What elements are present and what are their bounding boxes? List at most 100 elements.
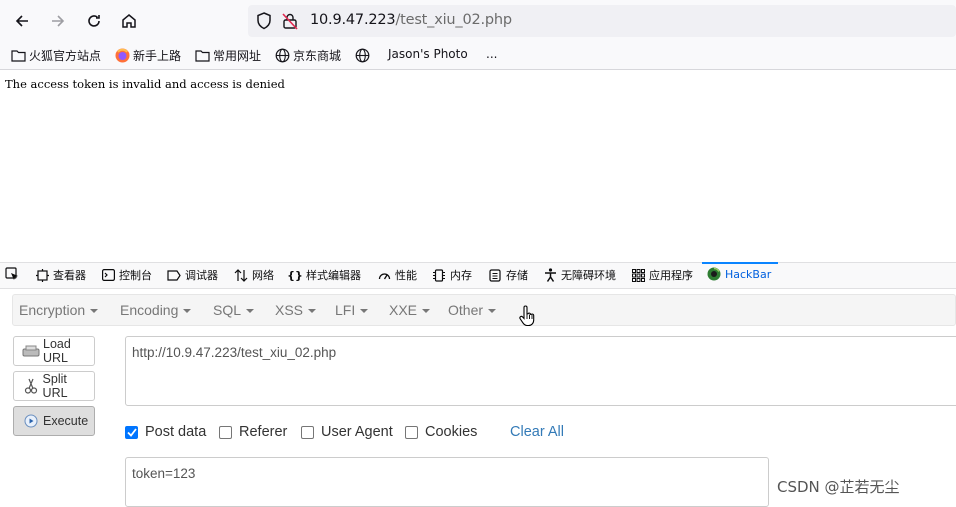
- post-data-textarea[interactable]: token=123: [125, 457, 769, 507]
- insecure-lock-icon[interactable]: [282, 12, 298, 30]
- tab-performance[interactable]: 性能: [377, 267, 417, 283]
- menu-label: SQL: [213, 302, 242, 318]
- menu-label: Other: [448, 302, 484, 318]
- folder-icon: [10, 48, 26, 64]
- firefox-icon: [114, 48, 130, 64]
- shield-icon[interactable]: [256, 12, 272, 30]
- clear-all-link[interactable]: Clear All: [510, 424, 564, 440]
- url-textarea[interactable]: http://10.9.47.223/test_xiu_02.php: [125, 336, 956, 406]
- menu-label: LFI: [335, 302, 356, 318]
- memory-icon: [432, 268, 446, 282]
- page-message: The access token is invalid and access i…: [5, 77, 285, 91]
- caret-down-icon: [246, 309, 255, 314]
- load-url-label: Load URL: [43, 337, 71, 365]
- tab-label: 控制台: [119, 269, 152, 282]
- bookmark-common-sites[interactable]: 常用网址: [194, 47, 261, 64]
- tab-label: 性能: [395, 269, 417, 282]
- inspector-icon: [35, 268, 49, 282]
- caret-down-icon: [308, 309, 317, 314]
- arrow-left-icon: [15, 15, 28, 27]
- watermark: CSDN @芷若无尘: [777, 478, 900, 496]
- scissors-icon: [22, 378, 40, 394]
- tab-label: 样式编辑器: [306, 269, 361, 282]
- console-icon: [101, 268, 115, 282]
- element-picker-button[interactable]: [5, 267, 23, 281]
- menu-encoding[interactable]: Encoding: [120, 302, 192, 318]
- execute-button[interactable]: Execute: [13, 406, 95, 436]
- menu-label: Encoding: [120, 302, 179, 318]
- storage-icon: [488, 268, 502, 282]
- back-button[interactable]: [10, 9, 34, 33]
- referer-checkbox[interactable]: Referer: [219, 424, 287, 440]
- reload-button[interactable]: [82, 9, 106, 33]
- bookmark-jasons-photo[interactable]: Jason's Photo: [388, 47, 468, 61]
- menu-encryption[interactable]: Encryption: [19, 302, 99, 318]
- bookmark-firefox-official[interactable]: 火狐官方站点: [10, 47, 101, 64]
- menu-lfi[interactable]: LFI: [335, 302, 369, 318]
- bookmark-label: ...: [486, 47, 498, 61]
- menu-other[interactable]: Other: [448, 302, 497, 318]
- load-url-button[interactable]: Load URL: [13, 336, 95, 366]
- browser-toolbar: 10.9.47.223/test_xiu_02.php: [0, 0, 956, 42]
- arrow-right-icon: [52, 15, 65, 27]
- network-icon: [234, 268, 248, 282]
- checkbox-unchecked[interactable]: [405, 425, 418, 439]
- option-label: Referer: [239, 424, 288, 440]
- debugger-icon: [167, 268, 181, 282]
- caret-down-icon: [422, 309, 431, 314]
- hand-cursor-icon: [519, 305, 535, 327]
- bookmark-getting-started[interactable]: 新手上路: [114, 47, 181, 64]
- home-button[interactable]: [117, 9, 141, 33]
- checkbox-unchecked[interactable]: [301, 425, 314, 439]
- application-icon: [631, 268, 645, 282]
- menu-label: XXE: [389, 302, 418, 318]
- tab-label: HackBar: [725, 267, 772, 281]
- globe-icon: [274, 48, 290, 64]
- hackbar-menu: Encryption Encoding SQL XSS LFI XXE Othe…: [12, 294, 956, 326]
- bookmark-globe[interactable]: [354, 47, 373, 63]
- menu-xxe[interactable]: XXE: [389, 302, 431, 318]
- post-data-checkbox[interactable]: Post data: [125, 424, 206, 440]
- checkbox-checked[interactable]: [125, 425, 138, 439]
- user-agent-checkbox[interactable]: User Agent: [301, 424, 393, 440]
- menu-sql[interactable]: SQL: [213, 302, 255, 318]
- load-icon: [22, 343, 40, 359]
- tab-label: 网络: [252, 269, 274, 282]
- home-icon: [122, 14, 136, 28]
- bookmark-label: 常用网址: [213, 49, 262, 63]
- tab-debugger[interactable]: 调试器: [167, 267, 218, 283]
- active-tab-indicator: [702, 262, 778, 264]
- menu-xss[interactable]: XSS: [275, 302, 317, 318]
- caret-down-icon: [488, 309, 497, 314]
- tab-inspector[interactable]: 查看器: [35, 267, 86, 283]
- tab-hackbar[interactable]: HackBar: [707, 267, 771, 281]
- url-path: /test_xiu_02.php: [395, 12, 512, 28]
- tab-accessibility[interactable]: 无障碍环境: [543, 267, 616, 283]
- url-text[interactable]: 10.9.47.223/test_xiu_02.php: [310, 12, 512, 28]
- tab-label: 查看器: [53, 269, 86, 282]
- bookmark-jd[interactable]: 京东商城: [274, 47, 341, 64]
- pick-element-icon: [5, 267, 19, 281]
- caret-down-icon: [90, 309, 99, 314]
- devtools-tabbar: 查看器 控制台 调试器 网络 {} 样式编辑器 性能 内存 存储 无障碍环境 应…: [0, 262, 956, 289]
- bookmark-overflow[interactable]: ...: [486, 47, 497, 61]
- tab-console[interactable]: 控制台: [101, 267, 152, 283]
- tab-network[interactable]: 网络: [234, 267, 274, 283]
- checkbox-unchecked[interactable]: [219, 425, 232, 439]
- performance-icon: [377, 268, 391, 282]
- tab-label: 内存: [450, 269, 472, 282]
- split-url-button[interactable]: Split URL: [13, 371, 95, 401]
- cookies-checkbox[interactable]: Cookies: [405, 424, 477, 440]
- menu-label: XSS: [275, 302, 304, 318]
- tab-storage[interactable]: 存储: [488, 267, 528, 283]
- split-url-label: Split URL: [42, 372, 68, 400]
- tab-label: 调试器: [185, 269, 218, 282]
- folder-icon: [194, 48, 210, 64]
- tab-style-editor[interactable]: {} 样式编辑器: [287, 267, 361, 283]
- tab-application[interactable]: 应用程序: [631, 267, 693, 283]
- url-bar[interactable]: 10.9.47.223/test_xiu_02.php: [248, 5, 956, 37]
- hackbar-icon: [707, 267, 721, 281]
- forward-button[interactable]: [46, 9, 70, 33]
- tab-memory[interactable]: 内存: [432, 267, 472, 283]
- reload-icon: [88, 15, 100, 27]
